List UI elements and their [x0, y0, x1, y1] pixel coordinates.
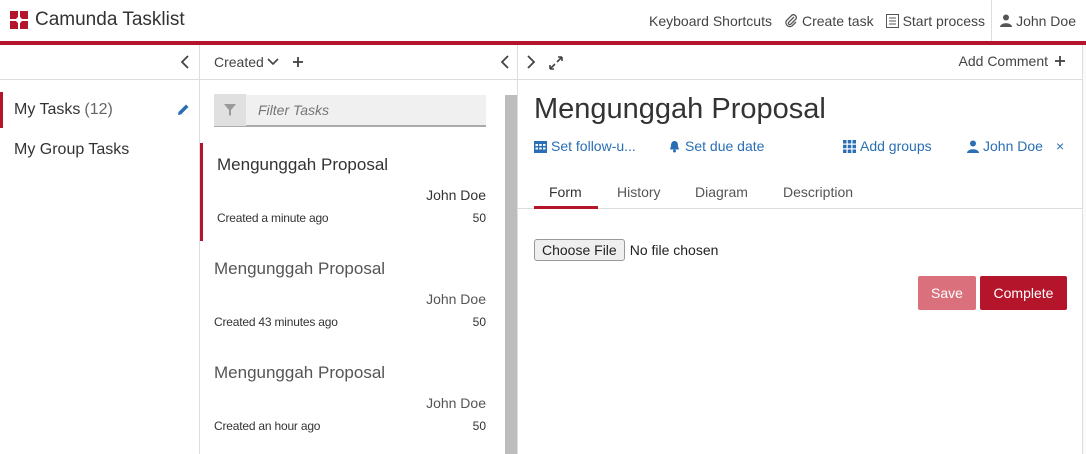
task-name: Mengunggah Proposal	[214, 259, 386, 278]
task-assignee: John Doe	[426, 187, 486, 203]
choose-file-button[interactable]: Choose File	[534, 239, 625, 261]
assignee-link[interactable]: John Doe	[967, 138, 1043, 154]
filter-tasks-box	[214, 94, 486, 127]
add-groups-link[interactable]: Add groups	[843, 138, 932, 154]
filter-tasks-input[interactable]	[246, 102, 476, 118]
set-due-date-link[interactable]: Set due date	[668, 138, 764, 154]
plus-icon	[1055, 56, 1065, 66]
create-task-link[interactable]: Create task	[778, 0, 880, 41]
keyboard-shortcuts-link[interactable]: Keyboard Shortcuts	[643, 0, 778, 41]
filters-column: My Tasks (12) My Group Tasks	[0, 45, 200, 454]
remove-assignee-button[interactable]: ×	[1056, 138, 1064, 154]
tab-diagram[interactable]: Diagram	[695, 184, 748, 200]
detail-scroll-edge	[1082, 45, 1086, 454]
task-created: Created an hour ago	[214, 419, 321, 433]
complete-button[interactable]: Complete	[980, 276, 1067, 310]
tab-form[interactable]: Form	[549, 184, 582, 200]
set-follow-up-link[interactable]: Set follow-u...	[534, 138, 636, 154]
tab-history[interactable]: History	[617, 184, 661, 200]
task-assignee: John Doe	[426, 291, 486, 307]
filters-column-header	[0, 45, 199, 80]
calendar-icon	[534, 140, 547, 153]
task-card[interactable]: Mengunggah Proposal John Doe Created a m…	[200, 143, 502, 241]
active-tab-indicator	[534, 206, 598, 209]
add-comment-label: Add Comment	[958, 53, 1048, 69]
top-navbar: Camunda Tasklist Keyboard Shortcuts Crea…	[0, 0, 1086, 45]
task-name: Mengunggah Proposal	[217, 155, 389, 174]
app-title: Camunda Tasklist	[35, 9, 185, 30]
task-list-header: Created	[200, 45, 517, 80]
add-sort-icon[interactable]	[292, 56, 304, 68]
task-priority: 50	[472, 211, 486, 225]
user-menu[interactable]: John Doe	[991, 0, 1086, 41]
task-created: Created a minute ago	[217, 211, 329, 225]
brand[interactable]: Camunda Tasklist	[10, 9, 185, 31]
keyboard-shortcuts-label: Keyboard Shortcuts	[649, 12, 772, 29]
sort-label: Created	[214, 54, 264, 70]
filter-label: My Group Tasks	[14, 141, 130, 158]
collapse-left-icon[interactable]	[179, 54, 191, 70]
task-assignee: John Doe	[426, 395, 486, 411]
task-list-column: Created Mengunggah Proposal John Doe Cre…	[200, 45, 518, 454]
task-card[interactable]: Mengunggah Proposal John Doe Created 43 …	[200, 247, 502, 345]
detail-header: Add Comment	[518, 45, 1086, 80]
paperclip-icon	[785, 13, 797, 27]
task-card[interactable]: Mengunggah Proposal John Doe Created an …	[200, 351, 502, 449]
tab-description[interactable]: Description	[783, 184, 853, 200]
fullscreen-icon[interactable]	[548, 55, 564, 71]
list-icon	[885, 13, 899, 28]
user-icon	[1000, 14, 1013, 27]
chevron-down-icon	[267, 58, 279, 66]
file-status: No file chosen	[629, 242, 719, 258]
add-groups-label: Add groups	[860, 138, 932, 154]
user-name: John Doe	[1016, 12, 1076, 29]
file-input: Choose File No file chosen	[534, 239, 718, 261]
create-task-label: Create task	[801, 12, 874, 29]
task-detail-column: Add Comment Mengunggah Proposal Set foll…	[518, 45, 1086, 454]
filter-label: My Tasks	[14, 101, 81, 118]
task-created: Created 43 minutes ago	[214, 315, 338, 329]
bell-icon	[670, 140, 679, 152]
start-process-link[interactable]: Start process	[880, 0, 991, 41]
user-icon	[967, 140, 979, 153]
task-priority: 50	[472, 419, 486, 433]
task-title: Mengunggah Proposal	[534, 93, 826, 125]
due-date-label: Set due date	[685, 138, 765, 154]
camunda-logo-icon	[10, 11, 28, 29]
task-priority: 50	[472, 315, 486, 329]
detail-tabs: Form History Diagram Description	[518, 175, 1086, 209]
sort-dropdown[interactable]: Created	[214, 54, 280, 70]
top-nav: Keyboard Shortcuts Create task Start pro…	[643, 0, 1086, 41]
task-name: Mengunggah Proposal	[214, 363, 386, 382]
filter-my-group-tasks[interactable]: My Group Tasks	[0, 132, 200, 168]
collapse-list-icon[interactable]	[499, 54, 511, 70]
add-comment-button[interactable]: Add Comment	[959, 53, 1066, 69]
grid-icon	[843, 139, 856, 153]
filter-count: (12)	[84, 101, 113, 118]
funnel-icon[interactable]	[214, 94, 246, 126]
save-button[interactable]: Save	[918, 276, 976, 310]
assignee-label: John Doe	[983, 138, 1043, 154]
pencil-icon[interactable]	[176, 103, 190, 117]
filter-my-tasks[interactable]: My Tasks (12)	[0, 92, 200, 128]
expand-right-icon[interactable]	[525, 54, 537, 70]
start-process-label: Start process	[902, 12, 986, 29]
follow-up-label: Set follow-u...	[551, 138, 636, 154]
list-scrollbar[interactable]	[505, 95, 517, 454]
